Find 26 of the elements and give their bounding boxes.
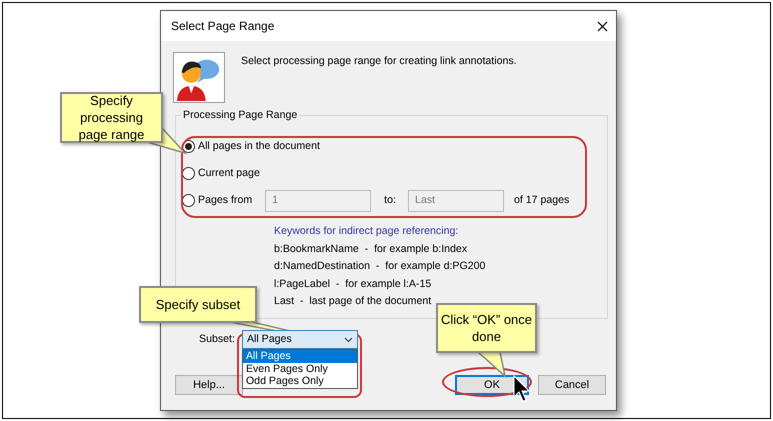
keyword-text: Last - last page of the document [274,294,432,309]
subset-label: Subset: [199,332,235,347]
dropdown-option[interactable]: All Pages [242,350,357,362]
keyword-text: l:PageLabel - for example l:A-15 [274,276,432,292]
window-title: Select Page Range [171,18,274,35]
dropdown-option[interactable]: Even Pages Only [242,362,357,375]
keyword-text: d:NamedDestination - for example d:PG200 [274,259,486,274]
chevron-icon [344,336,353,342]
radio-option[interactable]: Current page [182,166,260,182]
keyword-text: b:BookmarkName - for example b:Index [274,242,468,256]
subset-dropdown[interactable]: All Pages [242,330,358,349]
dialog-button[interactable]: Help... [175,375,243,395]
page-from-field[interactable]: 1 [265,190,372,212]
keywords-heading: Keywords for indirect page referencing: [274,224,460,239]
dialog-button[interactable]: Cancel [538,375,606,395]
cursor-icon [514,374,530,402]
callout: Specify processing page range [60,92,163,143]
page-count-text: of 17 pages [514,192,570,208]
user-chat-icon [173,52,225,103]
close-icon[interactable] [597,20,608,32]
to-label: to: [384,192,396,208]
radio-option[interactable]: Pages from [182,192,252,208]
page-to-field[interactable]: Last [408,190,504,212]
callout: Specify subset [139,286,257,323]
intro-text: Select processing page range for creating link annotations. [241,54,517,69]
dropdown-option[interactable]: Odd Pages Only [242,375,357,388]
